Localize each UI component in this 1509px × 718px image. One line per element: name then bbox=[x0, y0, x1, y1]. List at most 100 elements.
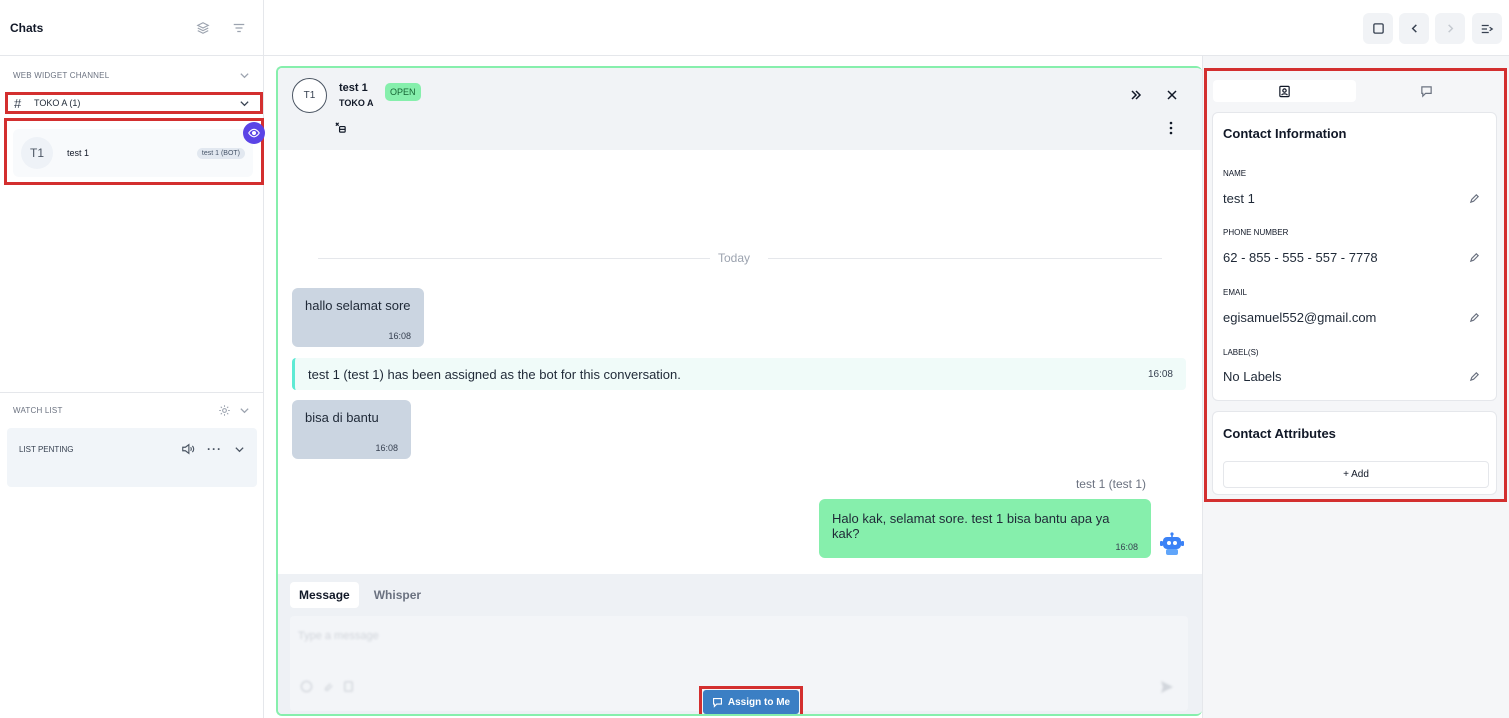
emoji-icon[interactable] bbox=[300, 680, 313, 693]
pencil-icon[interactable] bbox=[1469, 193, 1480, 204]
watch-list-label: WATCH LIST bbox=[13, 405, 63, 415]
contact-attributes-title: Contact Attributes bbox=[1223, 426, 1336, 441]
assign-highlight: Assign to Me bbox=[699, 686, 803, 714]
assign-to-me-button[interactable]: Assign to Me bbox=[703, 690, 799, 714]
top-bar bbox=[264, 0, 1509, 56]
avatar: T1 bbox=[292, 78, 327, 113]
message-text: Halo kak, selamat sore. test 1 bisa bant… bbox=[832, 511, 1110, 541]
message-icon bbox=[1421, 85, 1432, 98]
watch-list-header[interactable]: WATCH LIST bbox=[0, 393, 263, 427]
contact-card-icon bbox=[1279, 85, 1290, 97]
conversation-sidebar: Chats WEB WIDGET CHANNEL # TOKO A (1) T1… bbox=[0, 0, 265, 718]
email-label: EMAIL bbox=[1223, 288, 1248, 297]
watch-list-section: WATCH LIST LIST PENTING ··· bbox=[0, 392, 263, 487]
add-attribute-button[interactable]: + Add bbox=[1223, 461, 1489, 488]
tab-conversation[interactable] bbox=[1356, 80, 1499, 102]
message-text: bisa di bantu bbox=[305, 410, 379, 425]
assign-label: Assign to Me bbox=[727, 696, 791, 708]
channel-name: TOKO A (1) bbox=[34, 98, 81, 108]
activity-text: test 1 (test 1) has been assigned as the… bbox=[308, 366, 681, 382]
activity-message: test 1 (test 1) has been assigned as the… bbox=[292, 358, 1186, 390]
contact-information-card: Contact Information NAME test 1 PHONE NU… bbox=[1212, 112, 1497, 401]
document-icon[interactable] bbox=[342, 680, 355, 693]
chevron-down-icon[interactable] bbox=[234, 444, 245, 455]
status-badge: OPEN bbox=[385, 83, 421, 101]
conversation-header: T1 test 1 TOKO A OPEN bbox=[278, 68, 1202, 150]
eye-icon[interactable] bbox=[243, 122, 265, 144]
square-icon[interactable] bbox=[1363, 13, 1393, 44]
panel-toggle-icon[interactable] bbox=[1472, 13, 1502, 44]
double-chevron-right-icon[interactable] bbox=[1130, 89, 1142, 101]
chevron-left-icon[interactable] bbox=[1399, 13, 1429, 44]
layers-icon[interactable] bbox=[189, 14, 217, 42]
contact-panel-tabs bbox=[1213, 80, 1498, 102]
tab-whisper[interactable]: Whisper bbox=[365, 582, 430, 608]
pencil-icon[interactable] bbox=[1469, 252, 1480, 263]
incoming-message[interactable]: hallo selamat sore 16:08 bbox=[292, 288, 424, 347]
phone-value: 62 - 855 - 555 - 557 - 7778 bbox=[1223, 250, 1378, 265]
message-time: 16:08 bbox=[1115, 542, 1138, 552]
more-vertical-icon[interactable] bbox=[1168, 121, 1174, 135]
inbox-section-label: WEB WIDGET CHANNEL bbox=[13, 70, 110, 80]
send-icon[interactable] bbox=[1160, 680, 1174, 694]
conversation-list-highlight: T1 test 1 test 1 (BOT) bbox=[4, 118, 265, 185]
contact-panel-highlight: Contact Information NAME test 1 PHONE NU… bbox=[1204, 68, 1507, 502]
editor-toolbar bbox=[300, 680, 355, 693]
bot-badge: test 1 (BOT) bbox=[196, 147, 245, 159]
pencil-icon[interactable] bbox=[1469, 371, 1480, 382]
conversation-panel: T1 test 1 TOKO A OPEN Today hallo selama… bbox=[276, 66, 1202, 716]
hash-icon: # bbox=[14, 95, 22, 111]
more-options-icon[interactable]: ··· bbox=[207, 442, 222, 456]
speaker-icon[interactable] bbox=[181, 442, 195, 456]
chevron-down-icon[interactable] bbox=[239, 98, 250, 109]
sidebar-header: Chats bbox=[0, 0, 263, 56]
name-label: NAME bbox=[1223, 169, 1247, 178]
inbox-section-header[interactable]: WEB WIDGET CHANNEL bbox=[0, 58, 263, 92]
activity-time: 16:08 bbox=[1147, 368, 1173, 380]
name-value: test 1 bbox=[1223, 191, 1255, 206]
conversation-contact-name: test 1 bbox=[67, 148, 90, 158]
message-list: Today hallo selamat sore 16:08 test 1 (t… bbox=[278, 150, 1202, 574]
sidebar-title: Chats bbox=[10, 20, 44, 35]
divider bbox=[768, 258, 1162, 259]
chevron-down-icon[interactable] bbox=[239, 70, 250, 81]
message-time: 16:08 bbox=[375, 443, 398, 453]
avatar: T1 bbox=[21, 137, 53, 169]
reply-tabs: Message Whisper bbox=[290, 582, 430, 608]
message-text: hallo selamat sore bbox=[305, 298, 411, 313]
incoming-message[interactable]: bisa di bantu 16:08 bbox=[292, 400, 411, 459]
watch-list-card[interactable]: LIST PENTING ··· bbox=[7, 428, 257, 487]
tab-message[interactable]: Message bbox=[290, 582, 359, 608]
message-editor[interactable]: Type a message Assign to Me bbox=[290, 616, 1188, 714]
divider bbox=[318, 258, 710, 259]
channel-item[interactable]: # TOKO A (1) bbox=[5, 92, 263, 114]
watch-list-name: LIST PENTING bbox=[19, 445, 74, 454]
phone-label: PHONE NUMBER bbox=[1223, 228, 1289, 237]
merge-icon[interactable] bbox=[334, 121, 347, 134]
outgoing-message[interactable]: Halo kak, selamat sore. test 1 bisa bant… bbox=[819, 499, 1151, 558]
attachment-icon[interactable] bbox=[321, 680, 334, 693]
sender-name: test 1 (test 1) bbox=[1075, 477, 1146, 491]
labels-value: No Labels bbox=[1223, 369, 1282, 384]
contact-information-title: Contact Information bbox=[1223, 126, 1347, 141]
labels-label: LABEL(S) bbox=[1223, 348, 1259, 357]
contact-name[interactable]: test 1 bbox=[339, 82, 368, 94]
date-divider: Today bbox=[718, 251, 751, 265]
chat-icon bbox=[712, 697, 722, 708]
email-value: egisamuel552@gmail.com bbox=[1223, 310, 1377, 325]
reply-box: Message Whisper Type a message Assign to… bbox=[278, 574, 1202, 714]
conversation-item[interactable]: T1 test 1 test 1 (BOT) bbox=[13, 129, 253, 177]
message-input[interactable]: Type a message bbox=[298, 630, 379, 642]
robot-icon bbox=[1160, 532, 1184, 555]
inbox-name: TOKO A bbox=[339, 98, 374, 108]
tab-contact[interactable] bbox=[1213, 80, 1356, 102]
chevron-down-icon[interactable] bbox=[239, 405, 250, 416]
gear-icon[interactable] bbox=[218, 404, 231, 417]
contact-attributes-card: Contact Attributes + Add bbox=[1212, 411, 1497, 495]
close-icon[interactable] bbox=[1166, 89, 1178, 101]
contact-panel: Contact Information NAME test 1 PHONE NU… bbox=[1202, 56, 1509, 718]
filter-icon[interactable] bbox=[225, 14, 253, 42]
chevron-right-icon[interactable] bbox=[1435, 13, 1465, 44]
message-time: 16:08 bbox=[388, 331, 411, 341]
pencil-icon[interactable] bbox=[1469, 312, 1480, 323]
